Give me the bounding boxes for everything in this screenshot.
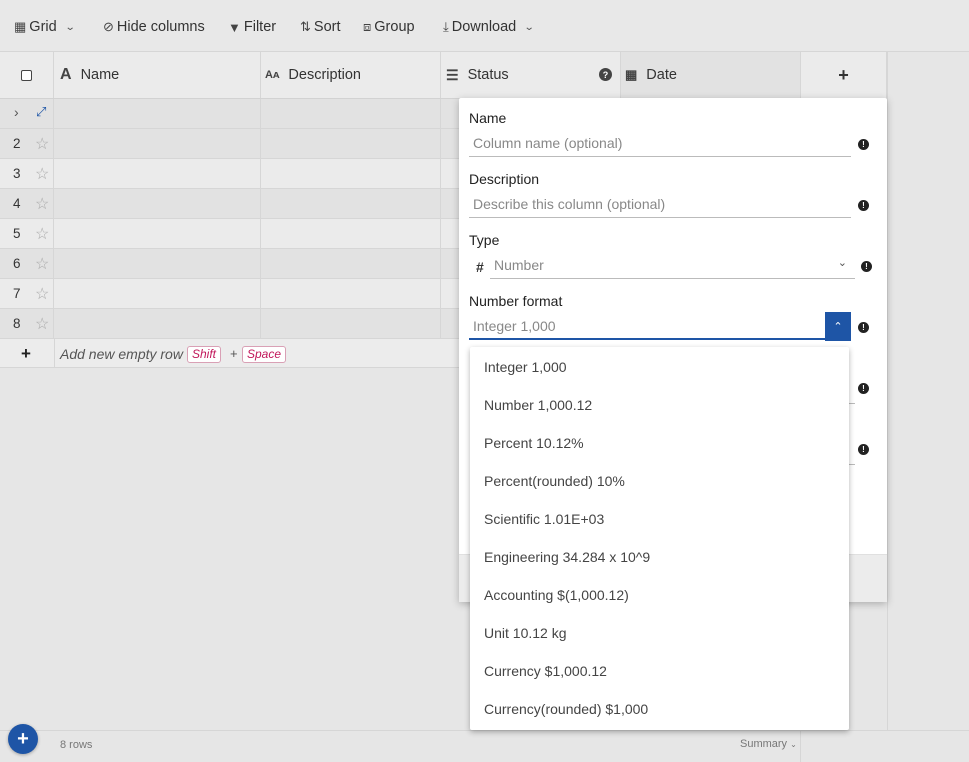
table-cell[interactable] [54,279,261,308]
table-cell[interactable] [261,279,441,308]
table-cell[interactable] [261,189,441,218]
row-number: 2 [13,136,21,151]
table-cell[interactable] [54,159,261,188]
column-header-description[interactable]: Aᴀ Description [261,52,441,98]
key-join: + [230,346,238,361]
star-icon[interactable]: ☆ [35,194,49,214]
expand-icon[interactable]: ⤢ [36,104,46,120]
group-button[interactable]: ⧈ Group [363,17,415,37]
table-cell[interactable] [261,159,441,188]
chevron-up-icon[interactable]: ⌃ [825,312,851,341]
list-type-icon: ☰ [446,66,459,83]
number-type-icon: # [476,259,484,275]
add-column-button[interactable]: + [801,52,887,98]
table-cell[interactable] [54,189,261,218]
format-option[interactable]: Number 1,000.12 [484,397,592,413]
table-cell[interactable] [261,99,441,128]
table-cell[interactable] [54,129,261,158]
format-option[interactable]: Unit 10.12 kg [484,625,567,641]
hide-columns-button[interactable]: ⊘ Hide columns [103,17,205,37]
table-cell[interactable] [261,309,441,338]
table-cell[interactable] [54,249,261,278]
format-option[interactable]: Currency(rounded) $1,000 [484,701,648,717]
row-number: 6 [13,256,21,271]
grid-view-button[interactable]: ▦ Grid ⌄ [14,17,76,37]
row-count: 8 rows [60,739,93,751]
column-header-status[interactable]: ☰ Status ? [441,52,621,98]
info-icon[interactable]: ! [858,139,869,150]
description-label: Description [469,171,540,187]
select-all-checkbox[interactable] [21,69,32,81]
table-cell[interactable] [261,219,441,248]
column-description-input[interactable]: Describe this column (optional) [469,192,851,218]
row-number: 3 [13,166,21,181]
column-name-input[interactable]: Column name (optional) [469,131,851,157]
toolbar: ▦ Grid ⌄ ⊘ Hide columns ▼ Filter ⇅ Sort … [0,0,969,52]
name-label: Name [469,110,507,126]
star-icon[interactable]: ☆ [35,224,49,244]
text-type-icon: A [60,66,72,83]
type-label: Type [469,232,500,248]
format-option[interactable]: Percent(rounded) 10% [484,473,625,489]
footer-bar: 8 rows Summary ⌄ [0,730,969,762]
chevron-right-icon[interactable]: › [14,104,19,120]
group-icon: ⧈ [363,19,372,34]
help-icon[interactable]: ? [599,68,612,81]
add-row-label[interactable]: Add new empty row [60,346,183,362]
table-cell[interactable] [54,99,261,128]
add-row-icon[interactable]: + [21,344,31,364]
info-icon[interactable]: ! [858,383,869,394]
eye-slash-icon: ⊘ [103,19,114,34]
star-icon[interactable]: ☆ [35,314,49,334]
filter-button[interactable]: ▼ Filter [228,17,276,37]
row-number: 5 [13,226,21,241]
info-icon[interactable]: ! [858,444,869,455]
space-key-hint: Space [242,346,287,363]
column-header-date[interactable]: ▦ Date [621,52,801,98]
chevron-down-icon: ⌄ [64,21,76,33]
filter-icon: ▼ [228,19,241,35]
format-option[interactable]: Percent 10.12% [484,435,584,451]
format-option[interactable]: Scientific 1.01E+03 [484,511,604,527]
download-button[interactable]: ⤓ Download ⌄ [443,17,535,37]
table-cell[interactable] [261,129,441,158]
download-icon: ⤓ [443,19,449,34]
table-cell[interactable] [54,309,261,338]
calendar-icon: ▦ [625,67,638,82]
type-select[interactable]: Number ⌄ [490,253,855,279]
sort-button[interactable]: ⇅ Sort [300,17,341,37]
column-header-name[interactable]: A Name [54,52,261,98]
column-header-row: A Name Aᴀ Description ☰ Status ? ▦ Date … [0,52,887,99]
chevron-down-icon: ⌄ [523,21,535,33]
info-icon[interactable]: ! [861,261,872,272]
number-format-label: Number format [469,293,563,309]
chevron-down-icon: ⌄ [790,740,797,749]
row-number: 8 [13,316,21,331]
star-icon[interactable]: ☆ [35,164,49,184]
row-number: 4 [13,196,21,211]
grid-icon: ▦ [14,19,27,34]
summary-dropdown[interactable]: Summary ⌄ [740,738,797,750]
star-icon[interactable]: ☆ [35,284,49,304]
info-icon[interactable]: ! [858,200,869,211]
number-format-select[interactable]: Integer 1,000 ⌃ [469,312,851,341]
info-icon[interactable]: ! [858,322,869,333]
chevron-down-icon: ⌄ [837,257,847,269]
table-cell[interactable] [54,219,261,248]
sort-icon: ⇅ [300,19,311,34]
select-all-cell[interactable] [0,52,54,98]
table-cell[interactable] [261,249,441,278]
add-fab-button[interactable]: + [8,724,38,754]
format-option[interactable]: Engineering 34.284 x 10^9 [484,549,650,565]
number-format-dropdown: Integer 1,000 Number 1,000.12 Percent 10.1… [470,347,849,730]
long-text-type-icon: Aᴀ [265,69,280,81]
format-option[interactable]: Currency $1,000.12 [484,663,607,679]
star-icon[interactable]: ☆ [35,254,49,274]
shift-key-hint: Shift [187,346,222,363]
format-option[interactable]: Accounting $(1,000.12) [484,587,629,603]
star-icon[interactable]: ☆ [35,134,49,154]
add-row-bar[interactable]: + Add new empty row Shift + Space [0,339,470,368]
row-number: 7 [13,286,21,301]
format-option[interactable]: Integer 1,000 [484,359,567,375]
